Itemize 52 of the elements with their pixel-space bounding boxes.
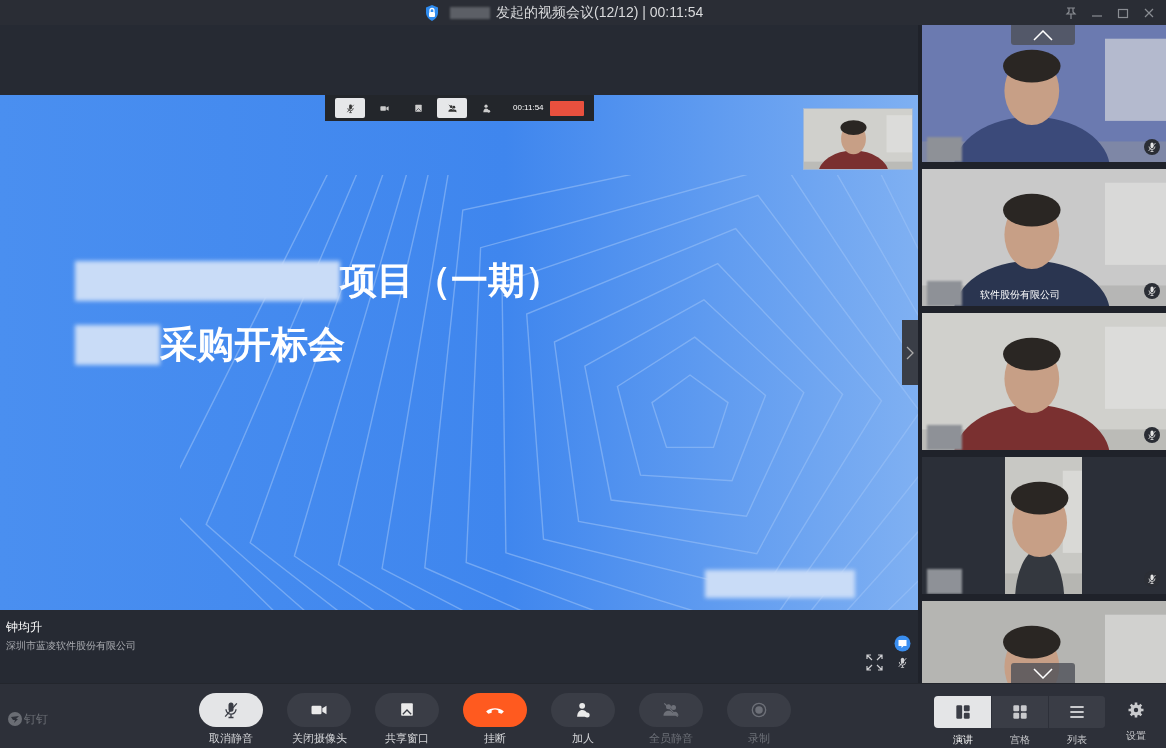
hang-up-button[interactable] <box>463 693 527 727</box>
muted-mic-icon <box>344 102 356 114</box>
fullscreen-icon[interactable] <box>866 654 883 671</box>
presenter-company: 深圳市蓝凌软件股份有限公司 <box>6 639 136 653</box>
toolbar-button[interactable] <box>551 693 615 727</box>
button-label: 录制 <box>748 731 770 746</box>
add-person-icon <box>480 102 492 114</box>
stop-share-button[interactable] <box>549 100 584 116</box>
slide-title: 项目（一期） <box>340 259 562 303</box>
window-title: 发起的视频会议(12/12) | 00:11:54 <box>496 3 704 22</box>
settings-label: 设置 <box>1126 729 1146 743</box>
shield-lock-icon <box>424 3 440 22</box>
pin-icon[interactable] <box>1064 5 1078 20</box>
presenter-name: 钟均升 <box>6 619 42 636</box>
button-label: 加人 <box>572 731 594 746</box>
redaction-block <box>450 6 490 19</box>
chat-icon[interactable] <box>894 635 911 652</box>
collapse-handle[interactable] <box>902 320 918 385</box>
participant-company: 软件股份有限公司 <box>980 287 1060 302</box>
button-label: 共享窗口 <box>385 731 429 746</box>
settings-icon[interactable] <box>1128 702 1144 718</box>
redaction-block <box>927 569 962 594</box>
screen-share-icon <box>412 102 424 114</box>
chevron-up-icon <box>1033 29 1053 41</box>
toolbar-button[interactable] <box>335 98 365 118</box>
muted-people-icon <box>446 102 458 114</box>
toolbar-button[interactable] <box>199 693 263 727</box>
button-label: 挂断 <box>484 731 506 746</box>
record-icon <box>749 700 769 720</box>
logo-icon <box>8 712 22 726</box>
view-mode-label: 演讲 <box>951 733 974 747</box>
view-mode-label: 宫格 <box>1008 733 1031 747</box>
redaction-block <box>927 137 962 162</box>
redaction-block <box>927 425 962 450</box>
grid-icon <box>1010 702 1030 722</box>
redaction-block <box>927 281 962 306</box>
toolbar-button[interactable] <box>437 98 467 118</box>
timer: 00:11:54 <box>513 102 544 114</box>
chevron-down-icon <box>1033 667 1053 679</box>
muted-mic-icon <box>896 656 909 669</box>
logo-text: 钉钉 <box>24 711 48 728</box>
scroll-up-button[interactable] <box>1011 25 1075 45</box>
button-label: 取消静音 <box>209 731 253 746</box>
slide-subtitle: 采购开标会 <box>160 323 345 367</box>
toolbar-button[interactable] <box>375 693 439 727</box>
view-mode-label: 列表 <box>1065 733 1088 747</box>
button-label: 关闭摄像头 <box>291 731 347 746</box>
scroll-down-button[interactable] <box>1011 663 1075 683</box>
toolbar-button[interactable] <box>287 693 351 727</box>
muted-people-icon <box>661 700 681 720</box>
phone-icon <box>485 705 505 715</box>
view-mode-tab[interactable] <box>934 696 991 728</box>
